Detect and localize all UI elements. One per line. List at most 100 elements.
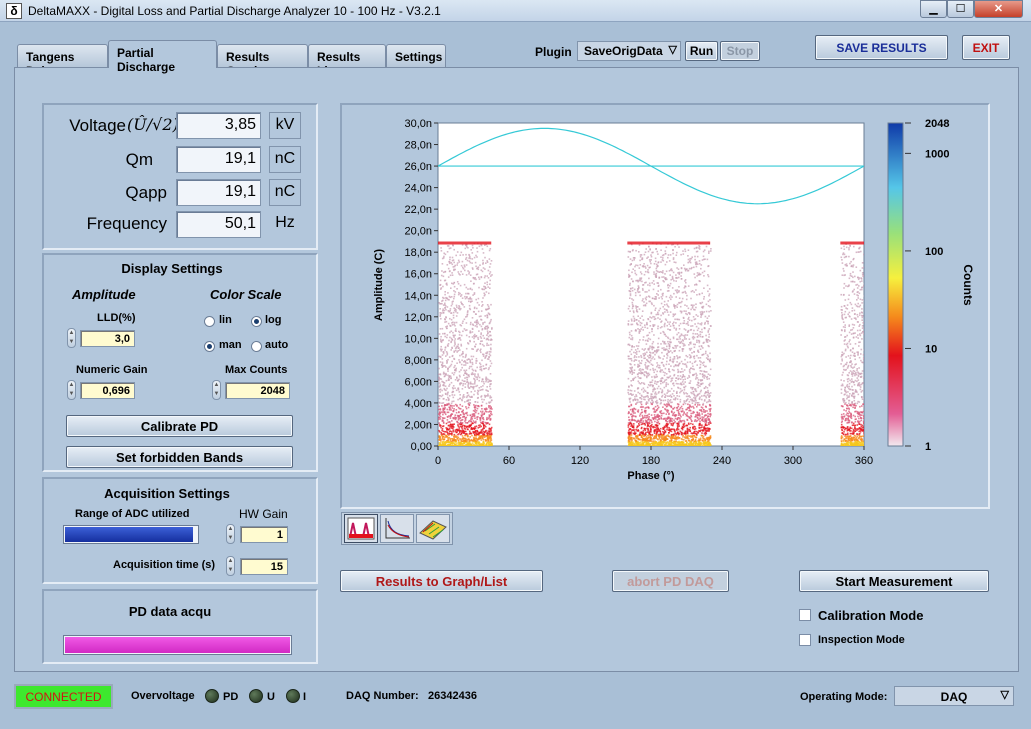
pd-pulse-point [440,340,443,342]
gain-spinner[interactable]: ▲ ▼ [67,380,76,400]
pd-pulse-point [704,405,707,408]
lld-spinner[interactable]: ▲ ▼ [67,328,76,348]
pd-pulse-point [632,426,634,428]
pd-pulse-point [646,339,649,342]
pd-pulse-point [699,417,702,420]
pd-pulse-point [660,418,662,420]
pd-pulse-point [676,361,678,363]
pd-pulse-point [674,245,676,248]
pd-pulse-point [467,298,470,300]
acq-time-input[interactable]: 15 [240,558,288,575]
plugin-label: Plugin [535,45,572,59]
tab-results-graph[interactable]: Results Graph [217,44,308,78]
pd-pulse-point [667,390,669,393]
pd-pulse-point [438,439,440,441]
pd-pulse-point [696,364,698,366]
pd-pulse-point [633,390,636,392]
lld-input[interactable]: 3,0 [80,330,135,347]
display-settings-group [42,253,318,472]
forbidden-bands-button[interactable]: Set forbidden Bands [66,446,293,468]
radio-log[interactable] [251,316,262,327]
tab-settings[interactable]: Settings [386,44,446,67]
pd-pulse-point [705,334,707,337]
pd-pulse-point [448,356,451,358]
pd-pulse-point [459,430,461,432]
pd-pulse-point [704,315,707,318]
pd-pulse-point [643,383,646,385]
pd-pulse-point [629,297,631,299]
pd-pulse-point [629,333,631,336]
calibrate-pd-button[interactable]: Calibrate PD [66,415,293,437]
pd-pulse-point [653,407,655,410]
pd-pulse-point [481,408,483,410]
radio-auto[interactable] [251,341,262,352]
pd-pulse-point [484,445,486,446]
hw-gain-spinner[interactable]: ▲ ▼ [226,524,235,544]
max-counts-input[interactable]: 2048 [225,382,290,399]
close-icon[interactable]: ✕ [974,0,1023,18]
pd-pulse-point [648,416,650,418]
pd-pulse-point [489,354,492,357]
pd-pulse-point [463,264,466,266]
pd-pulse-point [482,334,484,337]
pd-pulse-point [451,256,454,259]
run-button[interactable]: Run [685,41,718,61]
pd-pulse-point [446,392,449,394]
hw-gain-input[interactable]: 1 [240,526,288,543]
save-results-button[interactable]: SAVE RESULTS [815,35,948,60]
pd-pulse-point [642,368,644,371]
tab-tangens-delta[interactable]: Tangens Delta [17,44,108,78]
pd-pulse-point [450,296,453,298]
pd-pulse-point [697,315,699,317]
pd-pulse-point [689,398,692,401]
pd-pulse-point [655,409,658,412]
pd-pulse-point [692,343,695,346]
pd-pulse-point [475,335,477,338]
pd-pulse-point [701,271,704,274]
max-counts-spinner[interactable]: ▲ ▼ [212,380,221,400]
radio-man[interactable] [204,341,215,352]
pd-pulse-point [655,427,658,429]
pd-pulse-point [631,371,634,374]
pd-pulse-point [457,419,460,421]
pd-pulse-point [645,302,648,305]
pd-pulse-point [461,429,464,431]
pd-pulse-point [471,363,474,366]
tab-partial-discharge[interactable]: Partial Discharge [108,40,217,74]
acq-time-spinner[interactable]: ▲ ▼ [226,556,235,576]
pd-pulse-point [639,324,642,327]
pd-pulse-point [642,304,645,307]
pd-pulse-point [458,411,460,413]
pd-pulse-point [455,367,457,370]
pd-pulse-point [471,368,474,371]
pd-pulse-point [490,343,492,346]
plugin-select[interactable]: SaveOrigData ▽ [577,41,681,61]
pd-pulse-point [694,284,696,286]
pd-pulse-point [452,430,455,433]
pd-pulse-point [459,354,461,357]
maximize-icon[interactable]: ☐ [947,0,974,18]
pd-pulse-point [663,438,666,441]
frequency-value: 50,1 [176,211,261,238]
stop-button[interactable]: Stop [720,41,760,61]
pd-pulse-point [463,364,465,366]
pd-pulse-point [469,365,471,368]
pd-pulse-point [644,270,647,273]
minimize-icon[interactable]: ▁ [920,0,947,18]
tab-results-list[interactable]: Results List [308,44,386,78]
pd-pulse-point [675,377,678,379]
pd-pulse-point [657,427,659,429]
numeric-gain-input[interactable]: 0,696 [80,382,135,399]
pd-pulse-point [474,425,476,428]
pd-pulse-point [692,374,694,376]
pd-pulse-point [646,321,648,324]
pd-pulse-point [463,318,466,321]
pd-pulse-point [630,389,633,392]
pd-pulse-point [455,304,458,307]
exit-button[interactable]: EXIT [962,35,1010,60]
pd-pulse-point [645,402,648,404]
pd-pulse-point [657,342,659,345]
radio-lin[interactable] [204,316,215,327]
pd-pulse-point [467,425,469,428]
pd-pulse-point [680,360,683,363]
